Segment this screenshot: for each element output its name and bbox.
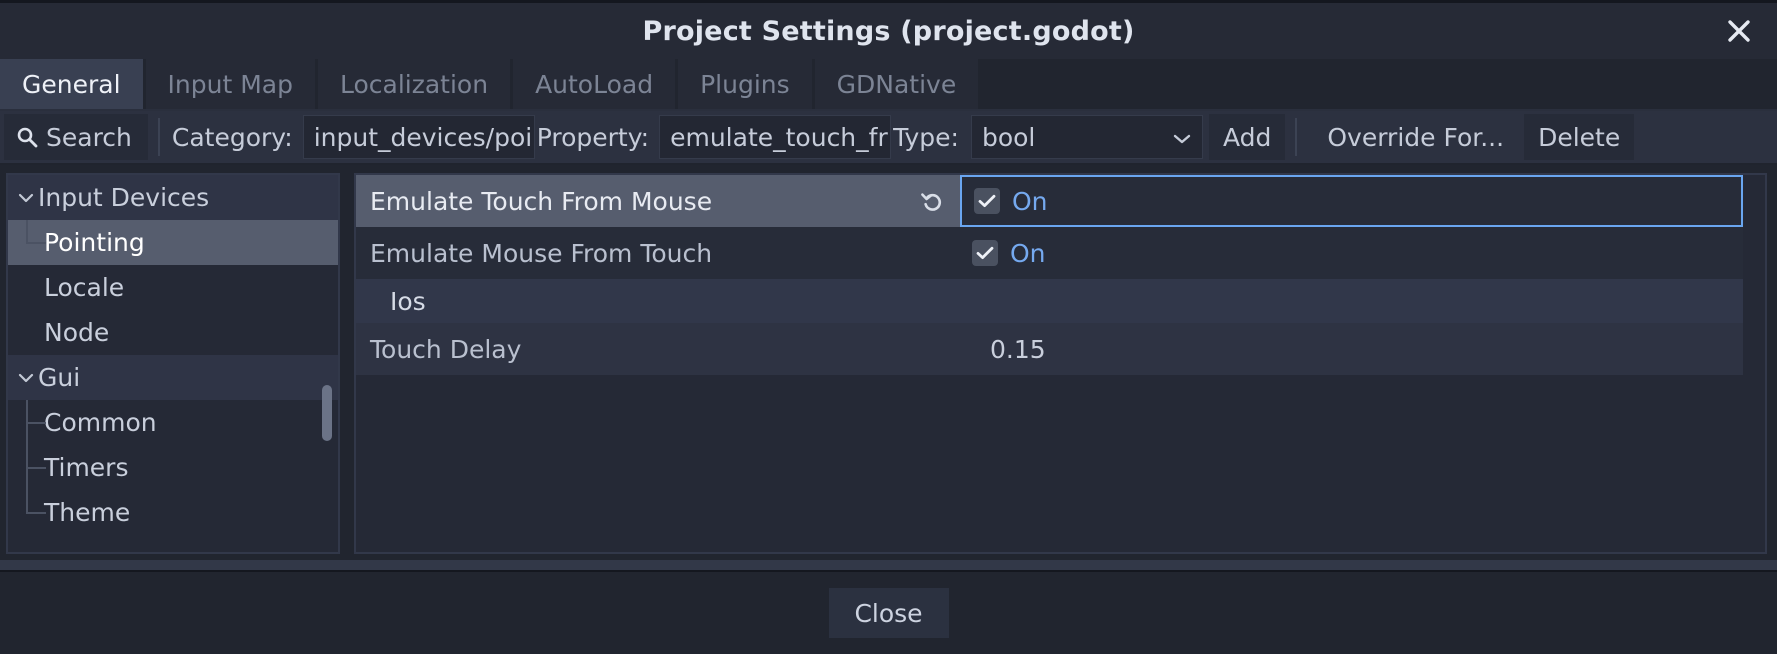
property-name-cell: Emulate Mouse From Touch	[356, 227, 960, 279]
tab-plugins[interactable]: Plugins	[678, 59, 812, 109]
tree-item-node[interactable]: Node	[8, 310, 338, 355]
tab-bar: General Input Map Localization AutoLoad …	[0, 59, 1777, 111]
revert-icon[interactable]	[918, 186, 948, 216]
property-value-cell[interactable]: On	[960, 175, 1743, 227]
tree-guide-line	[26, 400, 28, 514]
category-tree[interactable]: Input Devices Pointing Locale Node Gui C…	[6, 173, 340, 554]
tab-input-map[interactable]: Input Map	[145, 59, 315, 109]
dialog-footer: Close	[0, 572, 1777, 654]
tree-item-pointing[interactable]: Pointing	[8, 220, 338, 265]
tab-label: AutoLoad	[535, 69, 654, 99]
chevron-down-icon	[1172, 123, 1192, 152]
page-title: Project Settings (project.godot)	[642, 15, 1135, 47]
settings-toolbar: Search Category: input_devices/poi Prope…	[0, 111, 1777, 165]
tree-item-input-devices[interactable]: Input Devices	[8, 175, 338, 220]
tree-item-timers[interactable]: Timers	[8, 445, 338, 490]
tab-gdnative[interactable]: GDNative	[814, 59, 979, 109]
property-row-emulate-touch-from-mouse[interactable]: Emulate Touch From Mouse On	[356, 175, 1765, 227]
tab-general[interactable]: General	[0, 59, 143, 109]
property-name-cell: Emulate Touch From Mouse	[356, 175, 960, 227]
tree-item-label: Gui	[38, 363, 81, 392]
tree-item-label: Common	[44, 408, 157, 437]
search-button-label: Search	[46, 122, 132, 152]
type-label: Type:	[893, 122, 959, 152]
tree-guide-line	[26, 242, 46, 244]
tree-item-label: Theme	[44, 498, 131, 527]
properties-panel: Emulate Touch From Mouse On Emulate Mous…	[354, 173, 1767, 554]
toolbar-divider	[157, 118, 160, 156]
property-row-emulate-mouse-from-touch[interactable]: Emulate Mouse From Touch On	[356, 227, 1765, 279]
property-value-label: On	[1010, 238, 1046, 268]
tab-autoload[interactable]: AutoLoad	[513, 59, 676, 109]
tree-guide-line	[26, 512, 46, 514]
tab-label: Input Map	[167, 69, 293, 99]
override-for-button[interactable]: Override For...	[1313, 114, 1518, 160]
tab-label: General	[22, 69, 121, 99]
property-value-cell[interactable]: 0.15	[960, 323, 1743, 375]
toolbar-divider-2	[1295, 118, 1298, 156]
type-select-value: bool	[981, 122, 1036, 152]
checkbox-icon[interactable]	[974, 188, 1000, 214]
tree-guide-line	[26, 220, 28, 243]
tab-label: Localization	[339, 69, 489, 99]
tree-guide-line	[26, 422, 46, 424]
property-row-touch-delay[interactable]: Touch Delay 0.15	[356, 323, 1765, 375]
tab-label: Plugins	[700, 69, 790, 99]
chevron-down-icon[interactable]	[16, 192, 36, 204]
close-button[interactable]: Close	[828, 588, 949, 638]
settings-body: Input Devices Pointing Locale Node Gui C…	[0, 165, 1777, 560]
tree-guide-line	[26, 467, 46, 469]
search-icon	[16, 126, 38, 148]
property-value-label: 0.15	[990, 334, 1046, 364]
property-input[interactable]: emulate_touch_fr	[659, 115, 892, 159]
panel-divider	[0, 560, 1777, 570]
tree-item-label: Timers	[44, 453, 129, 482]
property-label: Touch Delay	[370, 334, 522, 364]
property-value-cell[interactable]: On	[960, 227, 1743, 279]
tree-item-label: Pointing	[44, 228, 145, 257]
category-label: Category:	[171, 122, 293, 152]
tree-item-theme[interactable]: Theme	[8, 490, 338, 535]
title-bar: Project Settings (project.godot)	[0, 0, 1777, 59]
tab-localization[interactable]: Localization	[317, 59, 511, 109]
tree-item-gui[interactable]: Gui	[8, 355, 338, 400]
tree-item-common[interactable]: Common	[8, 400, 338, 445]
tree-item-label: Locale	[44, 273, 125, 302]
checkbox-icon[interactable]	[972, 240, 998, 266]
search-button[interactable]: Search	[4, 114, 148, 160]
category-input[interactable]: input_devices/poi	[302, 115, 535, 159]
property-label: Emulate Touch From Mouse	[370, 186, 713, 216]
type-select[interactable]: bool	[970, 115, 1203, 159]
tree-scrollbar-thumb[interactable]	[322, 385, 332, 441]
tab-label: GDNative	[836, 69, 957, 99]
chevron-down-icon[interactable]	[16, 372, 36, 384]
tree-item-label: Input Devices	[38, 183, 210, 212]
property-name-cell: Touch Delay	[356, 323, 960, 375]
property-label: Property:	[536, 122, 650, 152]
property-label: Emulate Mouse From Touch	[370, 238, 713, 268]
tree-item-label: Node	[44, 318, 110, 347]
project-settings-window: Project Settings (project.godot) General…	[0, 0, 1777, 654]
tree-item-locale[interactable]: Locale	[8, 265, 338, 310]
property-value-label: On	[1012, 186, 1048, 216]
property-section-ios: Ios	[356, 279, 1743, 323]
add-button[interactable]: Add	[1208, 114, 1286, 160]
close-icon[interactable]	[1719, 11, 1759, 51]
delete-button[interactable]: Delete	[1524, 114, 1635, 160]
